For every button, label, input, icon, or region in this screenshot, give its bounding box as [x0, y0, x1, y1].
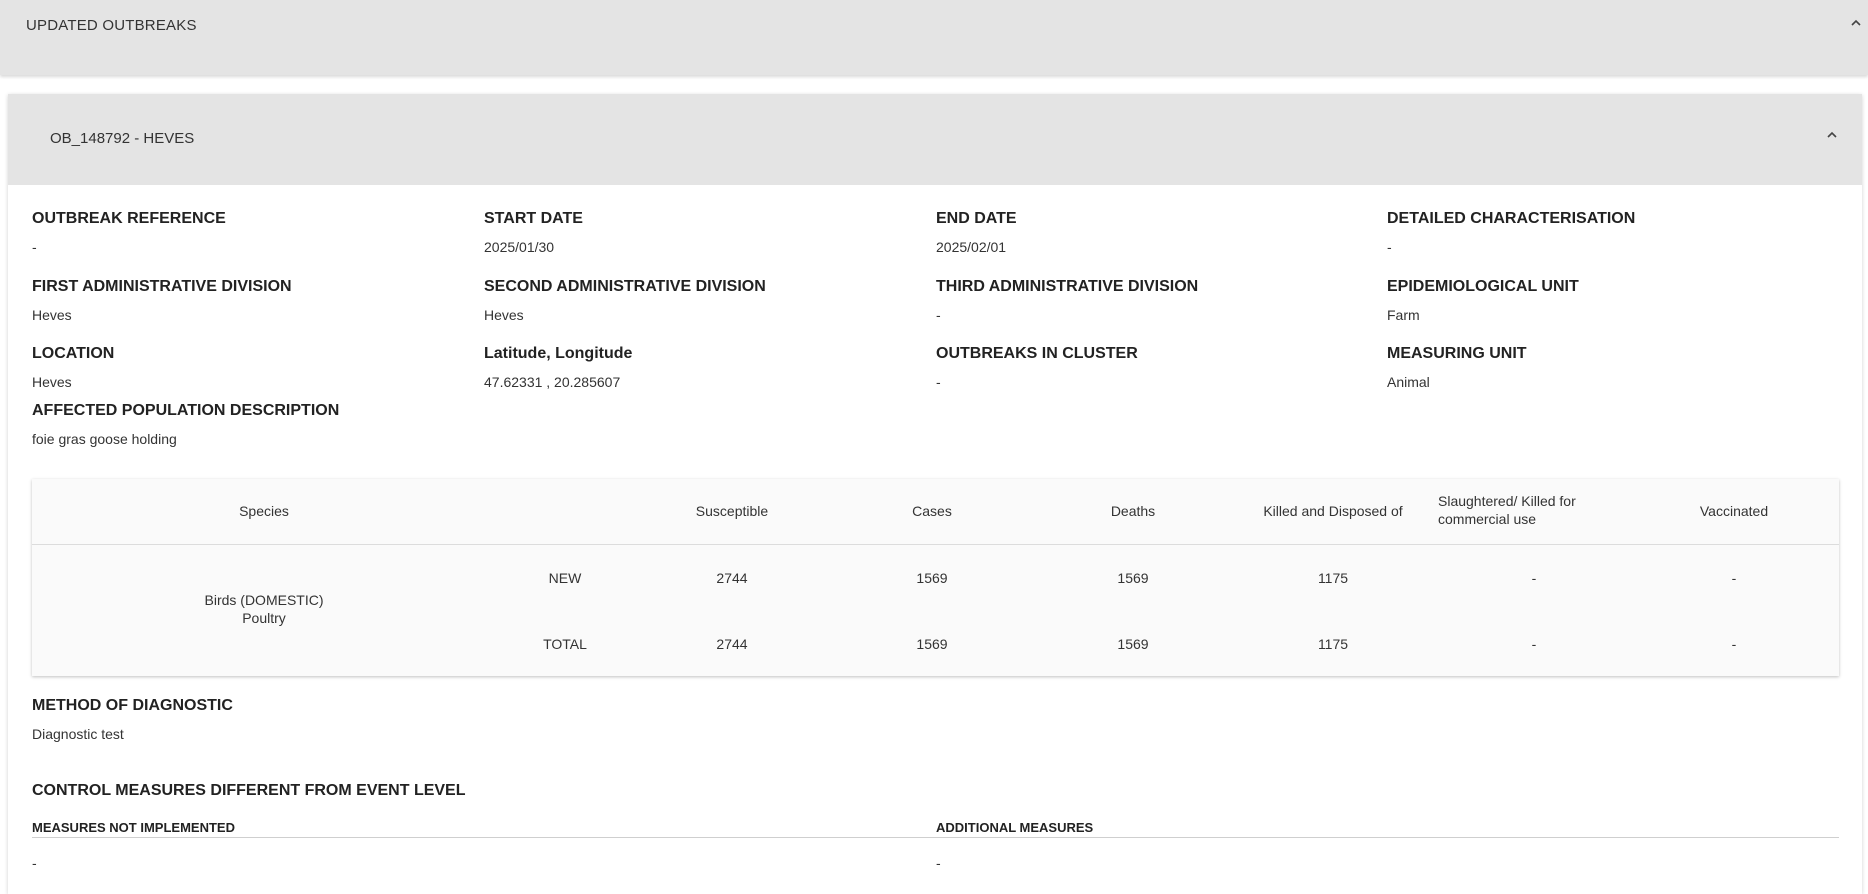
cell-total-susceptible: 2744 — [716, 636, 748, 652]
chevron-up-icon[interactable] — [1850, 17, 1862, 29]
divider — [32, 837, 1839, 838]
field-value: foie gras goose holding — [32, 431, 177, 447]
field-label: DETAILED CHARACTERISATION — [1387, 210, 1636, 227]
field-outbreaks-in-cluster: OUTBREAKS IN CLUSTER - — [936, 345, 1138, 390]
panel-title: UPDATED OUTBREAKS — [26, 17, 197, 34]
field-label: EPIDEMIOLOGICAL UNIT — [1387, 278, 1579, 295]
field-location: LOCATION Heves — [32, 345, 114, 390]
field-value: Heves — [32, 307, 72, 323]
field-first-admin-division: FIRST ADMINISTRATIVE DIVISION Heves — [32, 278, 292, 323]
additional-measures-label: ADDITIONAL MEASURES — [936, 820, 1094, 835]
outbreak-card-header[interactable]: OB_148792 - HEVES — [8, 94, 1862, 185]
th-cases: Cases — [912, 503, 952, 519]
field-value: 2025/01/30 — [484, 239, 555, 255]
field-label: Latitude, Longitude — [484, 345, 633, 362]
field-method-of-diagnostic: METHOD OF DIAGNOSTIC Diagnostic test — [32, 697, 233, 742]
field-value: 47.62331 , 20.285607 — [484, 374, 621, 390]
cell-new-cases: 1569 — [916, 570, 948, 586]
field-outbreak-reference: OUTBREAK REFERENCE - — [32, 210, 226, 255]
th-killed: Killed and Disposed of — [1263, 503, 1403, 519]
cell-new-slaughtered: - — [1531, 570, 1537, 586]
species-category: Poultry — [242, 610, 286, 626]
th-susceptible: Susceptible — [695, 503, 769, 519]
field-label: SECOND ADMINISTRATIVE DIVISION — [484, 278, 766, 295]
cell-total-deaths: 1569 — [1117, 636, 1149, 652]
field-lat-long: Latitude, Longitude 47.62331 , 20.285607 — [484, 345, 632, 390]
measures-not-implemented-value: - — [32, 855, 37, 871]
table-header: Species Susceptible Cases Deaths Killed … — [32, 479, 1839, 545]
species-table: Species Susceptible Cases Deaths Killed … — [32, 479, 1839, 676]
cell-new-susceptible: 2744 — [716, 570, 748, 586]
species-name: Birds (DOMESTIC) — [204, 592, 324, 608]
field-value: Heves — [484, 307, 524, 323]
cell-total-slaughtered: - — [1531, 636, 1537, 652]
field-value: - — [936, 307, 941, 323]
field-value: Diagnostic test — [32, 726, 124, 742]
updated-outbreaks-panel[interactable]: UPDATED OUTBREAKS — [0, 0, 1868, 75]
field-value: - — [32, 239, 37, 255]
field-epidemiological-unit: EPIDEMIOLOGICAL UNIT Farm — [1387, 278, 1579, 323]
field-label: AFFECTED POPULATION DESCRIPTION — [32, 402, 340, 419]
field-value: - — [1387, 239, 1392, 255]
additional-measures-value: - — [936, 855, 941, 871]
control-measures-title: CONTROL MEASURES DIFFERENT FROM EVENT LE… — [32, 782, 466, 799]
cell-new-killed: 1175 — [1317, 570, 1349, 586]
field-detailed-characterisation: DETAILED CHARACTERISATION - — [1387, 210, 1635, 255]
th-vaccinated: Vaccinated — [1699, 503, 1769, 519]
cell-total-cases: 1569 — [916, 636, 948, 652]
field-label: END DATE — [936, 210, 1017, 227]
field-label: LOCATION — [32, 345, 115, 362]
outbreak-title: OB_148792 - HEVES — [50, 130, 195, 147]
field-label: START DATE — [484, 210, 583, 227]
cell-total-vaccinated: - — [1731, 636, 1737, 652]
field-end-date: END DATE 2025/02/01 — [936, 210, 1017, 255]
field-label: THIRD ADMINISTRATIVE DIVISION — [936, 278, 1199, 295]
field-label: OUTBREAK REFERENCE — [32, 210, 226, 227]
measures-not-implemented-label: MEASURES NOT IMPLEMENTED — [32, 820, 235, 835]
cell-new-vaccinated: - — [1731, 570, 1737, 586]
cell-total-killed: 1175 — [1317, 636, 1349, 652]
cell-new-deaths: 1569 — [1117, 570, 1149, 586]
th-deaths: Deaths — [1110, 503, 1156, 519]
th-slaughtered: Slaughtered/ Killed for commercial use — [1438, 493, 1576, 527]
field-value: Heves — [32, 374, 72, 390]
field-third-admin-division: THIRD ADMINISTRATIVE DIVISION - — [936, 278, 1198, 323]
field-value: - — [936, 374, 941, 390]
field-second-admin-division: SECOND ADMINISTRATIVE DIVISION Heves — [484, 278, 766, 323]
field-value: 2025/02/01 — [936, 239, 1007, 255]
field-label: OUTBREAKS IN CLUSTER — [936, 345, 1138, 362]
field-affected-population: AFFECTED POPULATION DESCRIPTION foie gra… — [32, 402, 339, 447]
field-measuring-unit: MEASURING UNIT Animal — [1387, 345, 1527, 390]
species-cell: Birds (DOMESTIC) Poultry — [132, 592, 396, 626]
field-label: METHOD OF DIAGNOSTIC — [32, 697, 233, 714]
field-label: MEASURING UNIT — [1387, 345, 1527, 362]
field-value: Animal — [1387, 374, 1430, 390]
field-start-date: START DATE 2025/01/30 — [484, 210, 583, 255]
field-label: FIRST ADMINISTRATIVE DIVISION — [32, 278, 292, 295]
field-value: Farm — [1387, 307, 1420, 323]
chevron-up-icon[interactable] — [1826, 129, 1838, 141]
th-species: Species — [239, 503, 289, 519]
